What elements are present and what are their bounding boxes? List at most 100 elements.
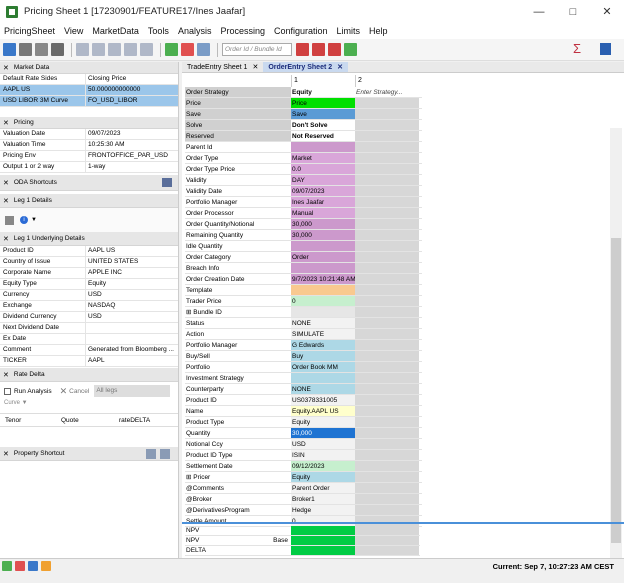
property-row[interactable]: USD LIBOR 3M Curve FO_USD_LIBOR bbox=[0, 96, 178, 107]
column-2-cell[interactable] bbox=[355, 439, 419, 449]
info-dropdown-icon[interactable]: ▼ bbox=[31, 217, 37, 223]
run-analysis-label[interactable]: Run Analysis bbox=[14, 388, 52, 395]
field-label[interactable]: ⊞ Pricer bbox=[185, 472, 291, 482]
menu-pricingsheet[interactable]: PricingSheet bbox=[4, 26, 55, 36]
npv-label[interactable]: NPV bbox=[185, 526, 291, 535]
info-icon[interactable]: i bbox=[20, 216, 28, 224]
scrollbar-thumb[interactable] bbox=[611, 238, 621, 543]
column-2-cell[interactable] bbox=[355, 450, 419, 460]
field-value[interactable]: Don't Solve bbox=[291, 120, 355, 130]
field-label[interactable]: Validity bbox=[185, 175, 291, 185]
chart-icon[interactable] bbox=[165, 43, 178, 56]
property-row[interactable]: Currency USD bbox=[0, 290, 178, 301]
field-label[interactable]: Notional Ccy bbox=[185, 439, 291, 449]
field-label[interactable]: Parent Id bbox=[185, 142, 291, 152]
column-2-cell[interactable] bbox=[355, 230, 419, 240]
order-search-input[interactable]: Order Id / Bundle Id bbox=[222, 43, 292, 56]
field-value[interactable]: 30,000 bbox=[291, 428, 355, 438]
close-tab-icon[interactable]: ✕ bbox=[252, 62, 258, 73]
column-2-cell[interactable] bbox=[355, 186, 419, 196]
field-value[interactable] bbox=[291, 285, 355, 295]
field-label[interactable]: Product ID Type bbox=[185, 450, 291, 460]
document-list-icon[interactable] bbox=[108, 43, 121, 56]
save-icon[interactable] bbox=[600, 43, 611, 55]
column-2-cell[interactable] bbox=[355, 120, 419, 130]
property-row[interactable]: Next Dividend Date bbox=[0, 323, 178, 334]
grid-toggle-icon[interactable] bbox=[5, 215, 14, 225]
chart-bar-icon[interactable] bbox=[15, 561, 25, 571]
vertical-scrollbar[interactable] bbox=[610, 128, 622, 583]
document-copy-icon[interactable] bbox=[92, 43, 105, 56]
font-increase-icon[interactable] bbox=[296, 43, 309, 56]
col-tenor[interactable]: Tenor bbox=[0, 414, 58, 426]
font-decrease-icon[interactable] bbox=[328, 43, 341, 56]
property-value[interactable]: Closing Price bbox=[86, 74, 178, 84]
field-value[interactable]: Equity bbox=[291, 87, 355, 97]
property-value[interactable]: AAPL bbox=[86, 356, 178, 366]
field-value[interactable]: 9/7/2023 10:21:48 AM bbox=[291, 274, 355, 284]
field-label[interactable]: Reserved bbox=[185, 131, 291, 141]
column-2-cell[interactable] bbox=[355, 263, 419, 273]
field-value[interactable]: Ines Jaafar bbox=[291, 197, 355, 207]
cancel-icon[interactable]: ✕ bbox=[60, 386, 68, 397]
menu-tools[interactable]: Tools bbox=[148, 26, 169, 36]
column-2-cell[interactable] bbox=[355, 296, 419, 306]
field-label[interactable]: Settlement Date bbox=[185, 461, 291, 471]
property-value[interactable]: USD bbox=[86, 312, 178, 322]
field-value[interactable]: Equity bbox=[291, 472, 355, 482]
field-value[interactable]: 0 bbox=[291, 516, 355, 526]
column-2-cell[interactable] bbox=[355, 505, 419, 515]
field-label[interactable]: Order Category bbox=[185, 252, 291, 262]
field-label[interactable]: Solve bbox=[185, 120, 291, 130]
column-1-header[interactable]: 1 bbox=[291, 75, 355, 87]
field-label[interactable]: Product ID bbox=[185, 395, 291, 405]
field-label[interactable]: Order Type Price bbox=[185, 164, 291, 174]
field-value[interactable]: Price bbox=[291, 98, 355, 108]
npv-label[interactable]: DELTA bbox=[185, 546, 291, 555]
menu-help[interactable]: Help bbox=[369, 26, 388, 36]
property-value[interactable]: 50.000000000000 bbox=[86, 85, 178, 95]
field-value[interactable]: ISIN bbox=[291, 450, 355, 460]
npv-column-2-cell[interactable] bbox=[355, 536, 419, 545]
pricing-header[interactable]: ✕ Pricing bbox=[0, 117, 178, 129]
field-value[interactable] bbox=[291, 307, 355, 317]
npv-column-2-cell[interactable] bbox=[355, 526, 419, 535]
column-2-cell[interactable] bbox=[355, 472, 419, 482]
field-value[interactable]: 09/12/2023 bbox=[291, 461, 355, 471]
field-label[interactable]: @DerivativesProgram bbox=[185, 505, 291, 515]
document-edit-icon[interactable] bbox=[124, 43, 137, 56]
column-2-cell[interactable] bbox=[355, 340, 419, 350]
column-2-cell[interactable] bbox=[355, 384, 419, 394]
property-row[interactable]: TICKER AAPL bbox=[0, 356, 178, 367]
layout-icon[interactable] bbox=[3, 43, 16, 56]
menu-marketdata[interactable]: MarketData bbox=[92, 26, 139, 36]
column-2-cell[interactable] bbox=[355, 131, 419, 141]
column-2-cell[interactable] bbox=[355, 362, 419, 372]
field-value[interactable]: 30,000 bbox=[291, 219, 355, 229]
market-data-header[interactable]: ✕ Market Data bbox=[0, 62, 178, 74]
field-value[interactable]: USD bbox=[291, 439, 355, 449]
property-value[interactable]: Equity bbox=[86, 279, 178, 289]
property-value[interactable]: USD bbox=[86, 290, 178, 300]
field-label[interactable]: Name bbox=[185, 406, 291, 416]
field-value[interactable] bbox=[291, 263, 355, 273]
column-2-cell[interactable] bbox=[355, 219, 419, 229]
rate-delta-header[interactable]: ✕ Rate Delta bbox=[0, 368, 178, 382]
property-value[interactable] bbox=[86, 323, 178, 333]
minimize-button[interactable]: — bbox=[522, 0, 556, 23]
chart-area-icon[interactable] bbox=[28, 561, 38, 571]
column-2-cell[interactable] bbox=[355, 428, 419, 438]
field-label[interactable]: Template bbox=[185, 285, 291, 295]
field-label[interactable]: Validity Date bbox=[185, 186, 291, 196]
npv-value[interactable] bbox=[291, 546, 355, 555]
field-value[interactable]: Equity.AAPL US bbox=[291, 406, 355, 416]
zoom-icon[interactable] bbox=[344, 43, 357, 56]
field-value[interactable]: Parent Order bbox=[291, 483, 355, 493]
property-row[interactable]: Ex Date bbox=[0, 334, 178, 345]
field-value[interactable]: 0 bbox=[291, 296, 355, 306]
property-row[interactable]: Corporate Name APPLE INC bbox=[0, 268, 178, 279]
field-label[interactable]: Action bbox=[185, 329, 291, 339]
close-tab-icon[interactable]: ✕ bbox=[337, 62, 343, 73]
property-value[interactable]: FRONTOFFICE_PAR_USD bbox=[86, 151, 178, 161]
field-label[interactable]: Buy/Sell bbox=[185, 351, 291, 361]
